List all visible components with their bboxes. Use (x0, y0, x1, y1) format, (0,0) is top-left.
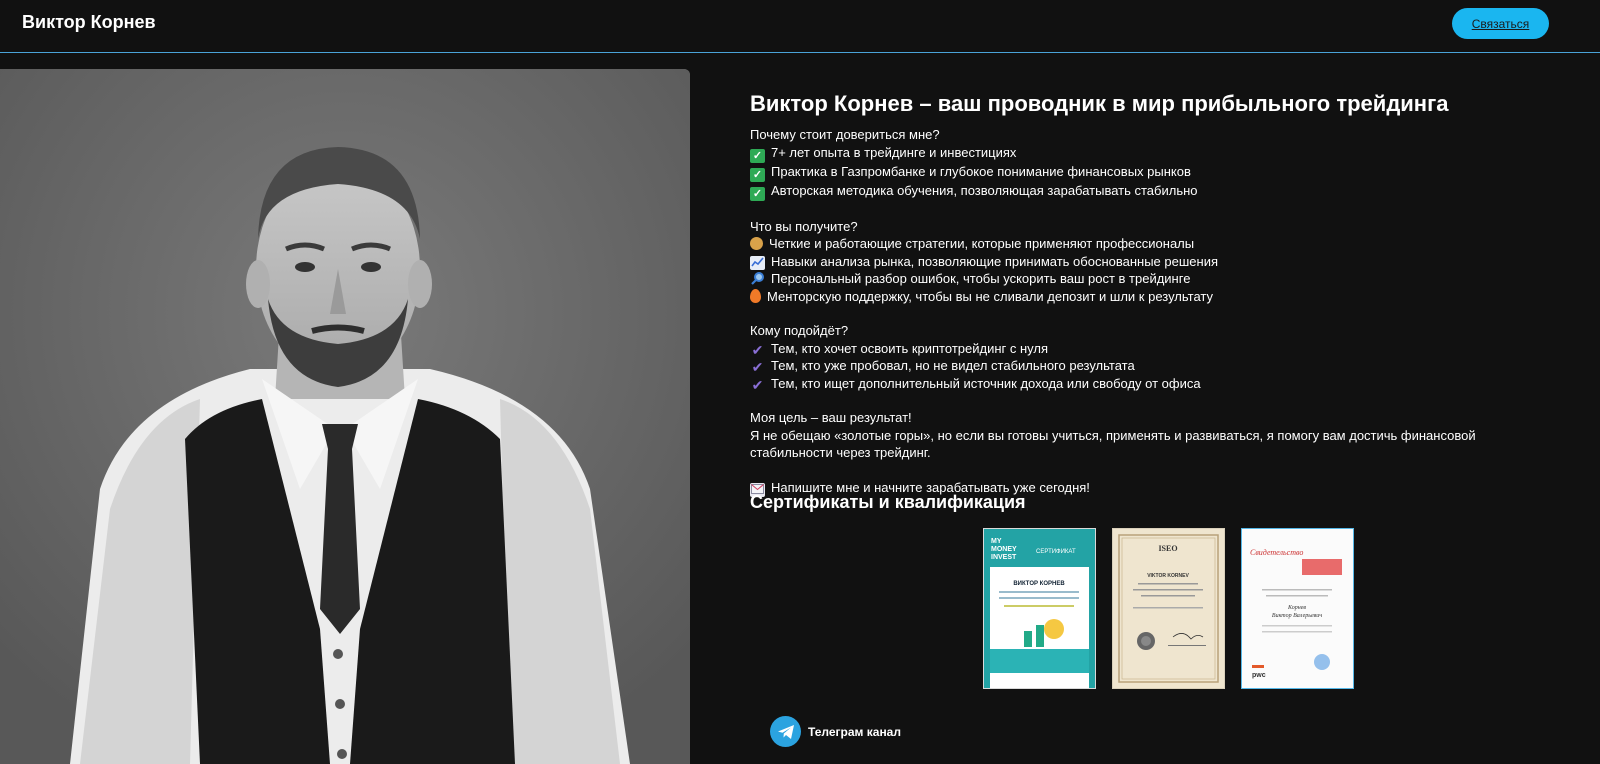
site-header: Виктор Корнев Связаться (0, 0, 1600, 53)
page-title: Виктор Корнев – ваш проводник в мир приб… (750, 91, 1449, 116)
cert1-name: ВИКТОР КОРНЕВ (1013, 581, 1065, 587)
who-block: Кому подойдёт? ✔ Тем, кто хочет освоить к… (750, 322, 1550, 392)
cert3-title: Свидетельство (1250, 548, 1303, 557)
list-item: ✓ Авторская методика обучения, позволяюща… (750, 182, 1550, 201)
certificate-iseo[interactable]: ISEO VIKTOR KORNEV (1112, 528, 1225, 689)
telegram-icon (770, 716, 801, 747)
chart-icon (750, 255, 765, 270)
list-item: ✓ Практика в Газпромбанке и глубокое пони… (750, 163, 1550, 182)
fire-icon (750, 288, 761, 303)
list-item: ✔ Тем, кто уже пробовал, но не видел стаб… (751, 358, 1135, 375)
list-item: ✓ 7+ лет опыта в трейдинге и инвестициях (750, 144, 1550, 163)
list-item: Навыки анализа рынка, позволяющие приним… (750, 253, 1550, 271)
money-bag-icon (750, 237, 763, 250)
list-item: ✔ Тем, кто ищет дополнительный источник д… (751, 375, 1201, 393)
checkmark-icon: ✔ (751, 376, 764, 393)
checkmark-icon: ✓ (750, 186, 765, 201)
who-heading: Кому подойдёт? (750, 323, 849, 338)
telegram-channel-link[interactable]: Телеграм канал (770, 716, 901, 747)
cert1-brand-line1: MY (991, 538, 1002, 545)
list-item: Менторскую поддержку, чтобы вы не сливал… (750, 288, 1550, 306)
certificate-pwc[interactable]: Свидетельство Корнев Виктор Валерьевич p… (1241, 528, 1354, 689)
cert3-logo: pwc (1252, 672, 1266, 679)
why-block: Почему стоит довериться мне? ✓ 7+ лет опы… (750, 126, 1550, 201)
about-section: Виктор Корнев – ваш проводник в мир приб… (750, 90, 1550, 514)
cert2-logo: ISEO (1158, 544, 1177, 553)
telegram-label: Телеграм канал (808, 724, 901, 739)
checkmark-icon: ✓ (750, 167, 765, 182)
goal-text: Я не обещаю «золотые горы», но если вы г… (750, 427, 1476, 461)
cert1-brand-line2: MONEY (991, 546, 1017, 553)
magnifier-icon (750, 272, 765, 286)
list-item: Персональный разбор ошибок, чтобы ускори… (750, 270, 1550, 288)
certificates-heading: Сертификаты и квалификация (750, 492, 1026, 512)
contact-button[interactable]: Связаться (1452, 8, 1549, 39)
checkmark-icon: ✔ (751, 359, 764, 375)
goal-block: Моя цель – ваш результат! Я не обещаю «з… (750, 409, 1550, 462)
checkmark-icon: ✔ (751, 341, 764, 358)
cert3-name-line2: Виктор Валерьевич (1272, 613, 1322, 619)
cert2-name: VIKTOR KORNEV (1147, 573, 1189, 579)
checkmark-icon: ✓ (750, 148, 765, 163)
why-heading: Почему стоит довериться мне? (750, 127, 940, 142)
goal-heading: Моя цель – ваш результат! (750, 410, 912, 425)
get-heading: Что вы получите? (750, 218, 858, 234)
site-brand[interactable]: Виктор Корнев (22, 12, 156, 33)
certificate-mymoneyinvest[interactable]: MY MONEY INVEST СЕРТИФИКАТ ВИКТОР КОРНЕВ (983, 528, 1096, 689)
portrait-photo (0, 69, 690, 764)
list-item: ✔ Тем, кто хочет освоить криптотрейдинг с… (751, 340, 1048, 358)
cert1-title: СЕРТИФИКАТ (1036, 549, 1076, 555)
cert3-name-line1: Корнев (1287, 605, 1306, 611)
list-item: Четкие и работающие стратегии, которые п… (750, 235, 1550, 253)
get-block: Что вы получите? Четкие и работающие стр… (750, 218, 1550, 306)
cert1-brand-line3: INVEST (991, 554, 1017, 561)
